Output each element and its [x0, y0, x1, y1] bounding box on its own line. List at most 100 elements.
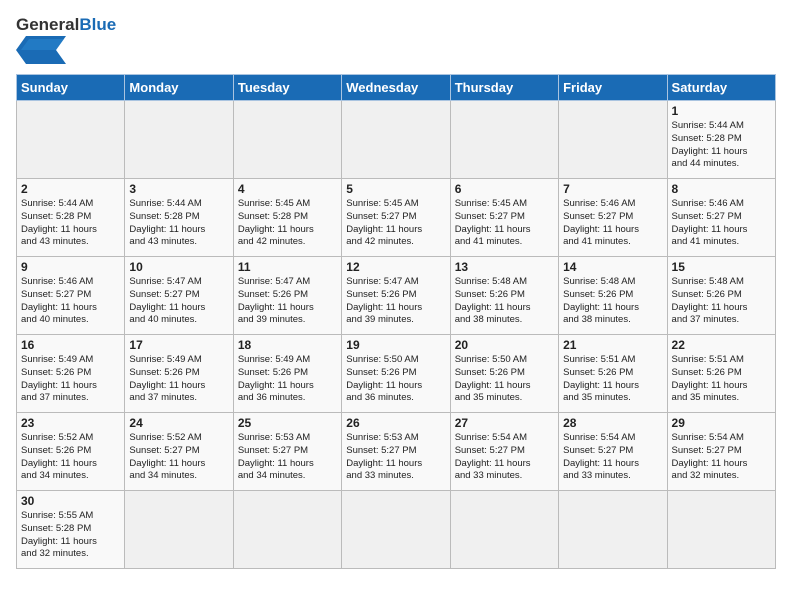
day-cell: 7Sunrise: 5:46 AM Sunset: 5:27 PM Daylig…: [559, 179, 667, 257]
day-number: 29: [672, 416, 771, 430]
day-number: 14: [563, 260, 662, 274]
day-cell: 26 Sunrise: 5:53 AM Sunset: 5:27 PM Dayli…: [342, 413, 450, 491]
day-info: Sunrise: 5:44 AM Sunset: 5:28 PM Dayligh…: [672, 120, 771, 171]
day-cell: [17, 101, 125, 179]
day-info: Sunrise: 5:48 AM Sunset: 5:26 PM Dayligh…: [672, 276, 771, 327]
weekday-header-tuesday: Tuesday: [233, 75, 341, 101]
day-info: Sunrise: 5:46 AM Sunset: 5:27 PM Dayligh…: [672, 198, 771, 249]
day-cell: 18 Sunrise: 5:49 AM Sunset: 5:26 PM Dayli…: [233, 335, 341, 413]
logo: GeneralBlue: [16, 16, 116, 64]
day-info: Sunrise: 5:53 AM Sunset: 5:27 PM Dayligh…: [346, 432, 445, 483]
day-cell: [342, 101, 450, 179]
logo-wordmark: GeneralBlue: [16, 16, 116, 33]
day-number: 18: [238, 338, 337, 352]
day-info: Sunrise: 5:48 AM Sunset: 5:26 PM Dayligh…: [563, 276, 662, 327]
day-number: 21: [563, 338, 662, 352]
day-cell: 20Sunrise: 5:50 AM Sunset: 5:26 PM Dayli…: [450, 335, 558, 413]
day-number: 1: [672, 104, 771, 118]
day-cell: 4 Sunrise: 5:45 AM Sunset: 5:28 PM Daylig…: [233, 179, 341, 257]
week-row-0: 1 Sunrise: 5:44 AM Sunset: 5:28 PM Daylig…: [17, 101, 776, 179]
day-number: 19: [346, 338, 445, 352]
day-cell: 2 Sunrise: 5:44 AM Sunset: 5:28 PM Daylig…: [17, 179, 125, 257]
day-cell: [125, 101, 233, 179]
day-cell: 19Sunrise: 5:50 AM Sunset: 5:26 PM Dayli…: [342, 335, 450, 413]
day-info: Sunrise: 5:44 AM Sunset: 5:28 PM Dayligh…: [21, 198, 120, 249]
day-info: Sunrise: 5:51 AM Sunset: 5:26 PM Dayligh…: [672, 354, 771, 405]
week-row-1: 2 Sunrise: 5:44 AM Sunset: 5:28 PM Daylig…: [17, 179, 776, 257]
day-number: 11: [238, 260, 337, 274]
day-number: 12: [346, 260, 445, 274]
day-number: 6: [455, 182, 554, 196]
day-info: Sunrise: 5:49 AM Sunset: 5:26 PM Dayligh…: [129, 354, 228, 405]
day-info: Sunrise: 5:45 AM Sunset: 5:28 PM Dayligh…: [238, 198, 337, 249]
day-cell: 16 Sunrise: 5:49 AM Sunset: 5:26 PM Dayli…: [17, 335, 125, 413]
weekday-header-friday: Friday: [559, 75, 667, 101]
day-info: Sunrise: 5:49 AM Sunset: 5:26 PM Dayligh…: [238, 354, 337, 405]
day-info: Sunrise: 5:49 AM Sunset: 5:26 PM Dayligh…: [21, 354, 120, 405]
day-cell: 28 Sunrise: 5:54 AM Sunset: 5:27 PM Dayli…: [559, 413, 667, 491]
day-number: 3: [129, 182, 228, 196]
day-cell: 12 Sunrise: 5:47 AM Sunset: 5:26 PM Dayli…: [342, 257, 450, 335]
day-number: 9: [21, 260, 120, 274]
weekday-header-wednesday: Wednesday: [342, 75, 450, 101]
day-cell: 23 Sunrise: 5:52 AM Sunset: 5:26 PM Dayli…: [17, 413, 125, 491]
day-number: 17: [129, 338, 228, 352]
day-number: 2: [21, 182, 120, 196]
day-number: 23: [21, 416, 120, 430]
day-cell: 10Sunrise: 5:47 AM Sunset: 5:27 PM Dayli…: [125, 257, 233, 335]
day-info: Sunrise: 5:45 AM Sunset: 5:27 PM Dayligh…: [346, 198, 445, 249]
day-number: 10: [129, 260, 228, 274]
day-cell: 15Sunrise: 5:48 AM Sunset: 5:26 PM Dayli…: [667, 257, 775, 335]
day-number: 25: [238, 416, 337, 430]
week-row-3: 16 Sunrise: 5:49 AM Sunset: 5:26 PM Dayli…: [17, 335, 776, 413]
day-number: 13: [455, 260, 554, 274]
day-cell: 29Sunrise: 5:54 AM Sunset: 5:27 PM Dayli…: [667, 413, 775, 491]
day-number: 4: [238, 182, 337, 196]
day-number: 27: [455, 416, 554, 430]
day-info: Sunrise: 5:47 AM Sunset: 5:26 PM Dayligh…: [346, 276, 445, 327]
day-number: 16: [21, 338, 120, 352]
day-info: Sunrise: 5:53 AM Sunset: 5:27 PM Dayligh…: [238, 432, 337, 483]
day-cell: [559, 491, 667, 569]
day-info: Sunrise: 5:51 AM Sunset: 5:26 PM Dayligh…: [563, 354, 662, 405]
day-info: Sunrise: 5:55 AM Sunset: 5:28 PM Dayligh…: [21, 510, 120, 561]
day-cell: 17 Sunrise: 5:49 AM Sunset: 5:26 PM Dayli…: [125, 335, 233, 413]
day-cell: [125, 491, 233, 569]
day-info: Sunrise: 5:52 AM Sunset: 5:26 PM Dayligh…: [21, 432, 120, 483]
weekday-header-sunday: Sunday: [17, 75, 125, 101]
day-info: Sunrise: 5:54 AM Sunset: 5:27 PM Dayligh…: [563, 432, 662, 483]
day-cell: [667, 491, 775, 569]
day-cell: 8Sunrise: 5:46 AM Sunset: 5:27 PM Daylig…: [667, 179, 775, 257]
day-cell: 9Sunrise: 5:46 AM Sunset: 5:27 PM Daylig…: [17, 257, 125, 335]
day-cell: [233, 491, 341, 569]
logo-icon: [16, 36, 66, 64]
weekday-header-saturday: Saturday: [667, 75, 775, 101]
day-info: Sunrise: 5:47 AM Sunset: 5:26 PM Dayligh…: [238, 276, 337, 327]
day-cell: [559, 101, 667, 179]
day-cell: 27 Sunrise: 5:54 AM Sunset: 5:27 PM Dayli…: [450, 413, 558, 491]
day-cell: 25 Sunrise: 5:53 AM Sunset: 5:27 PM Dayli…: [233, 413, 341, 491]
day-info: Sunrise: 5:54 AM Sunset: 5:27 PM Dayligh…: [455, 432, 554, 483]
day-cell: [450, 101, 558, 179]
day-info: Sunrise: 5:52 AM Sunset: 5:27 PM Dayligh…: [129, 432, 228, 483]
day-info: Sunrise: 5:44 AM Sunset: 5:28 PM Dayligh…: [129, 198, 228, 249]
weekday-header-monday: Monday: [125, 75, 233, 101]
day-number: 26: [346, 416, 445, 430]
day-cell: 22Sunrise: 5:51 AM Sunset: 5:26 PM Dayli…: [667, 335, 775, 413]
calendar-table: SundayMondayTuesdayWednesdayThursdayFrid…: [16, 74, 776, 569]
logo-general: General: [16, 15, 79, 34]
day-number: 20: [455, 338, 554, 352]
day-number: 28: [563, 416, 662, 430]
day-cell: 24Sunrise: 5:52 AM Sunset: 5:27 PM Dayli…: [125, 413, 233, 491]
week-row-5: 30Sunrise: 5:55 AM Sunset: 5:28 PM Dayli…: [17, 491, 776, 569]
page-header: GeneralBlue: [16, 16, 776, 64]
day-info: Sunrise: 5:45 AM Sunset: 5:27 PM Dayligh…: [455, 198, 554, 249]
day-info: Sunrise: 5:48 AM Sunset: 5:26 PM Dayligh…: [455, 276, 554, 327]
day-cell: [233, 101, 341, 179]
week-row-2: 9Sunrise: 5:46 AM Sunset: 5:27 PM Daylig…: [17, 257, 776, 335]
day-cell: 1 Sunrise: 5:44 AM Sunset: 5:28 PM Daylig…: [667, 101, 775, 179]
week-row-4: 23 Sunrise: 5:52 AM Sunset: 5:26 PM Dayli…: [17, 413, 776, 491]
day-number: 5: [346, 182, 445, 196]
day-cell: 5 Sunrise: 5:45 AM Sunset: 5:27 PM Daylig…: [342, 179, 450, 257]
day-cell: 14 Sunrise: 5:48 AM Sunset: 5:26 PM Dayli…: [559, 257, 667, 335]
